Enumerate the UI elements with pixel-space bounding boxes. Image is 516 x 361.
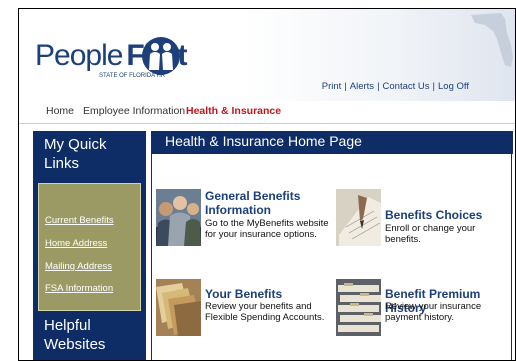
your-benefits-desc: Review your benefits and Flexible Spendi… xyxy=(205,301,324,323)
people-photo-icon[interactable] xyxy=(156,189,201,246)
link-separator: | xyxy=(344,81,347,92)
general-benefits-desc: Go to the MyBenefits website for your in… xyxy=(205,218,329,240)
nav-employee-information[interactable]: Employee Information xyxy=(83,105,185,117)
general-benefits-card: General Benefits Information Go to the M… xyxy=(156,189,336,251)
benefits-choices-card: Benefits Choices Enroll or change your b… xyxy=(336,189,511,251)
quick-link-home-address[interactable]: Home Address xyxy=(45,238,107,249)
helpful-title-line1: Helpful xyxy=(44,317,91,334)
florida-map-icon xyxy=(471,13,513,67)
link-separator: | xyxy=(432,81,435,92)
your-benefits-title[interactable]: Your Benefits xyxy=(205,287,282,301)
premium-history-desc: Review your insurance payment history. xyxy=(385,301,481,323)
quick-link-fsa-information[interactable]: FSA Information xyxy=(45,283,113,294)
general-benefits-desc-line2: for your insurance options. xyxy=(205,229,317,240)
your-benefits-card: Your Benefits Review your benefits and F… xyxy=(156,279,336,341)
contact-us-link[interactable]: Contact Us xyxy=(383,81,430,92)
main-content: Health & Insurance Home Page General Ben… xyxy=(151,131,513,360)
print-link[interactable]: Print xyxy=(322,81,342,92)
file-folders-icon[interactable] xyxy=(156,279,201,336)
general-benefits-title-line2[interactable]: Information xyxy=(205,203,300,217)
page-title: Health & Insurance Home Page xyxy=(165,133,362,149)
alerts-link[interactable]: Alerts xyxy=(350,81,374,92)
your-benefits-desc-line1: Review your benefits and xyxy=(205,301,312,312)
general-benefits-title-line1[interactable]: General Benefits xyxy=(205,189,300,203)
site-header: People First STATE OF FLORIDA HR Print|A… xyxy=(19,9,515,101)
your-benefits-desc-line2: Flexible Spending Accounts. xyxy=(205,312,325,323)
helpful-title-line2: Websites xyxy=(44,336,106,353)
brand-light-text: People xyxy=(35,39,123,72)
quick-link-mailing-address[interactable]: Mailing Address xyxy=(45,261,112,272)
page-frame: People First STATE OF FLORIDA HR Print|A… xyxy=(18,8,516,361)
helpful-websites-title: Helpful Websites xyxy=(44,316,105,354)
general-benefits-desc-line1: Go to the MyBenefits website xyxy=(205,218,329,229)
sidebar: My Quick Links Current Benefits Home Add… xyxy=(33,131,146,360)
main-header: Health & Insurance Home Page xyxy=(152,131,513,154)
benefits-choices-desc-line1: Enroll or change your benefits. xyxy=(385,223,476,245)
people-first-emblem-icon xyxy=(142,37,180,75)
nav-health-insurance[interactable]: Health & Insurance xyxy=(186,105,281,117)
premium-history-desc-line1: Review your insurance xyxy=(385,301,482,312)
premium-history-card: Benefit Premium History Review your insu… xyxy=(336,279,511,341)
quick-links-box: Current Benefits Home Address Mailing Ad… xyxy=(38,183,141,311)
general-benefits-title[interactable]: General Benefits Information xyxy=(205,189,300,217)
signing-document-icon[interactable] xyxy=(336,189,381,246)
benefits-choices-title[interactable]: Benefits Choices xyxy=(385,208,482,222)
nav-home[interactable]: Home xyxy=(46,105,74,117)
log-off-link[interactable]: Log Off xyxy=(438,81,469,92)
premium-history-desc-line2: payment history. xyxy=(385,312,454,323)
main-nav: Home Employee Information Health & Insur… xyxy=(19,101,515,124)
link-separator: | xyxy=(377,81,380,92)
utility-links: Print | Alerts | Contact Us | Log Off xyxy=(322,81,469,92)
quick-links-title-line2: Links xyxy=(44,155,80,172)
file-drawer-icon[interactable] xyxy=(336,279,381,336)
quick-links-title-line1: My Quick xyxy=(44,136,107,153)
benefits-choices-desc: Enroll or change your benefits. xyxy=(385,223,511,245)
quick-links-title: My Quick Links xyxy=(44,135,107,173)
quick-link-current-benefits[interactable]: Current Benefits xyxy=(45,215,114,226)
